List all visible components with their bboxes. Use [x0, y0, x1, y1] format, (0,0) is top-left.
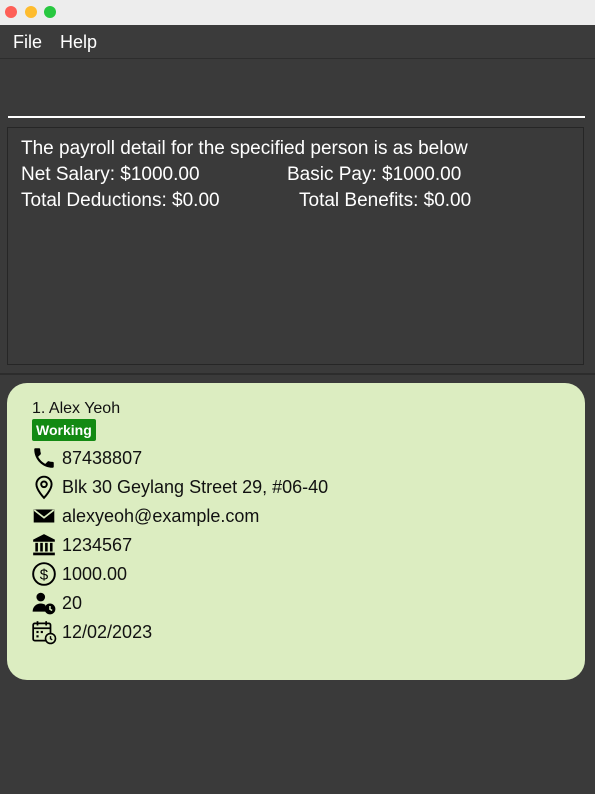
panel-divider: [0, 373, 595, 375]
calendar-clock-icon: [31, 619, 57, 645]
menu-bar: File Help: [0, 25, 595, 59]
close-window-button[interactable]: [5, 6, 17, 18]
join-date-value: 12/02/2023: [62, 621, 153, 642]
salary-row: $ 1000.00: [31, 561, 127, 587]
maximize-window-button[interactable]: [44, 6, 56, 18]
email-value: alexyeoh@example.com: [62, 505, 260, 526]
minimize-window-button[interactable]: [25, 6, 37, 18]
result-intro-text: The payroll detail for the specified per…: [21, 138, 468, 159]
total-benefits-text: Total Benefits: $0.00: [299, 190, 472, 211]
bank-row: 1234567: [31, 532, 132, 558]
dollar-icon: $: [31, 561, 57, 587]
salary-value: 1000.00: [62, 563, 128, 584]
menu-file[interactable]: File: [13, 32, 42, 53]
bank-account-value: 1234567: [62, 534, 133, 555]
bank-icon: [31, 532, 57, 558]
phone-icon: [31, 445, 57, 471]
person-clock-icon: [31, 590, 57, 616]
menu-help[interactable]: Help: [60, 32, 97, 53]
net-salary-text: Net Salary: $1000.00: [21, 164, 200, 185]
result-display: The payroll detail for the specified per…: [7, 127, 584, 365]
location-icon: [31, 474, 57, 500]
join-date-row: 12/02/2023: [31, 619, 152, 645]
phone-value: 87438807: [62, 447, 143, 468]
total-deductions-text: Total Deductions: $0.00: [21, 190, 220, 211]
status-badge: Working: [32, 419, 96, 441]
phone-row: 87438807: [31, 445, 142, 471]
address-value: Blk 30 Geylang Street 29, #06-40: [62, 476, 329, 497]
basic-pay-text: Basic Pay: $1000.00: [287, 164, 462, 185]
address-row: Blk 30 Geylang Street 29, #06-40: [31, 474, 328, 500]
person-name: 1. Alex Yeoh: [32, 400, 121, 417]
command-box: [0, 59, 595, 121]
email-row: alexyeoh@example.com: [31, 503, 259, 529]
person-card[interactable]: 1. Alex Yeoh Working 87438807 Blk 30 Gey…: [7, 383, 585, 680]
leave-value: 20: [62, 592, 83, 613]
svg-text:$: $: [40, 566, 49, 583]
leave-row: 20: [31, 590, 82, 616]
window-titlebar: [0, 0, 595, 25]
command-input[interactable]: [8, 59, 585, 118]
email-icon: [31, 503, 57, 529]
